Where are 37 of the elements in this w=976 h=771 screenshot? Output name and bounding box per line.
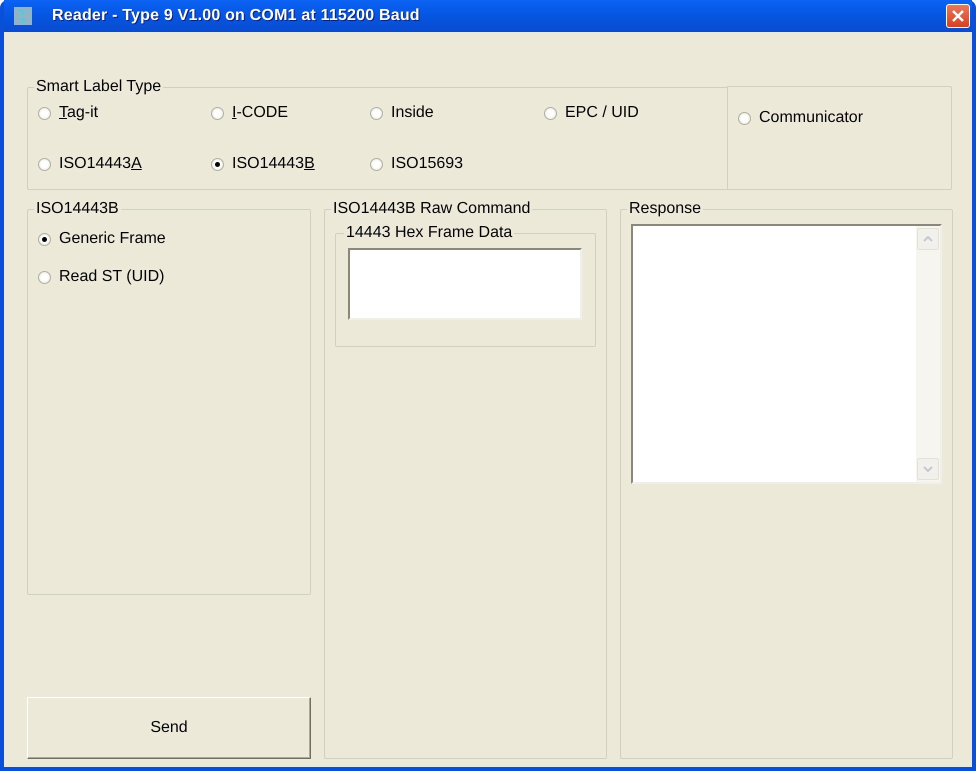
response-box[interactable]	[631, 224, 942, 484]
radio-label[interactable]: Generic Frame	[59, 230, 166, 248]
radio-label[interactable]: Inside	[391, 104, 434, 122]
radio-label[interactable]: Read ST (UID)	[59, 268, 165, 286]
close-button[interactable]	[946, 4, 970, 28]
window-title: Reader - Type 9 V1.00 on COM1 at 115200 Baud	[52, 7, 421, 25]
radio-label[interactable]: EPC / UID	[565, 104, 639, 122]
group-title: ISO14443B	[35, 200, 120, 218]
radio-label[interactable]: I-CODE	[232, 104, 288, 122]
radio-button[interactable]	[38, 232, 51, 246]
group-title: Smart Label Type	[35, 78, 162, 96]
group-title: Response	[628, 200, 702, 218]
radio-button[interactable]	[544, 106, 557, 120]
radio-button[interactable]	[38, 270, 51, 284]
send-button[interactable]: Send	[27, 697, 311, 759]
radio-button[interactable]	[211, 106, 224, 120]
close-icon	[951, 9, 965, 23]
radio-label[interactable]: ISO14443A	[59, 155, 142, 173]
radio-button[interactable]	[38, 158, 51, 170]
input-field[interactable]	[348, 248, 582, 320]
group-title: 14443 Hex Frame Data	[345, 224, 514, 242]
radio-label[interactable]: ISO15693	[391, 155, 464, 173]
caret-up-icon	[923, 236, 933, 242]
radio-label[interactable]: ISO14443B	[232, 155, 315, 173]
scrollbar[interactable]	[916, 226, 940, 482]
group-title: ISO14443B Raw Command	[332, 200, 532, 218]
radio-button[interactable]	[211, 158, 224, 170]
scroll-up-button[interactable]	[917, 228, 939, 250]
caret-down-icon	[923, 466, 933, 472]
radio-label[interactable]: Communicator	[759, 109, 864, 127]
radio-button[interactable]	[370, 106, 383, 120]
radio-button[interactable]	[738, 112, 751, 124]
scroll-down-button[interactable]	[917, 458, 939, 480]
radio-button[interactable]	[38, 106, 51, 120]
radio-button[interactable]	[370, 158, 383, 170]
radio-label[interactable]: Tag-it	[59, 104, 98, 122]
app-icon	[14, 7, 32, 25]
